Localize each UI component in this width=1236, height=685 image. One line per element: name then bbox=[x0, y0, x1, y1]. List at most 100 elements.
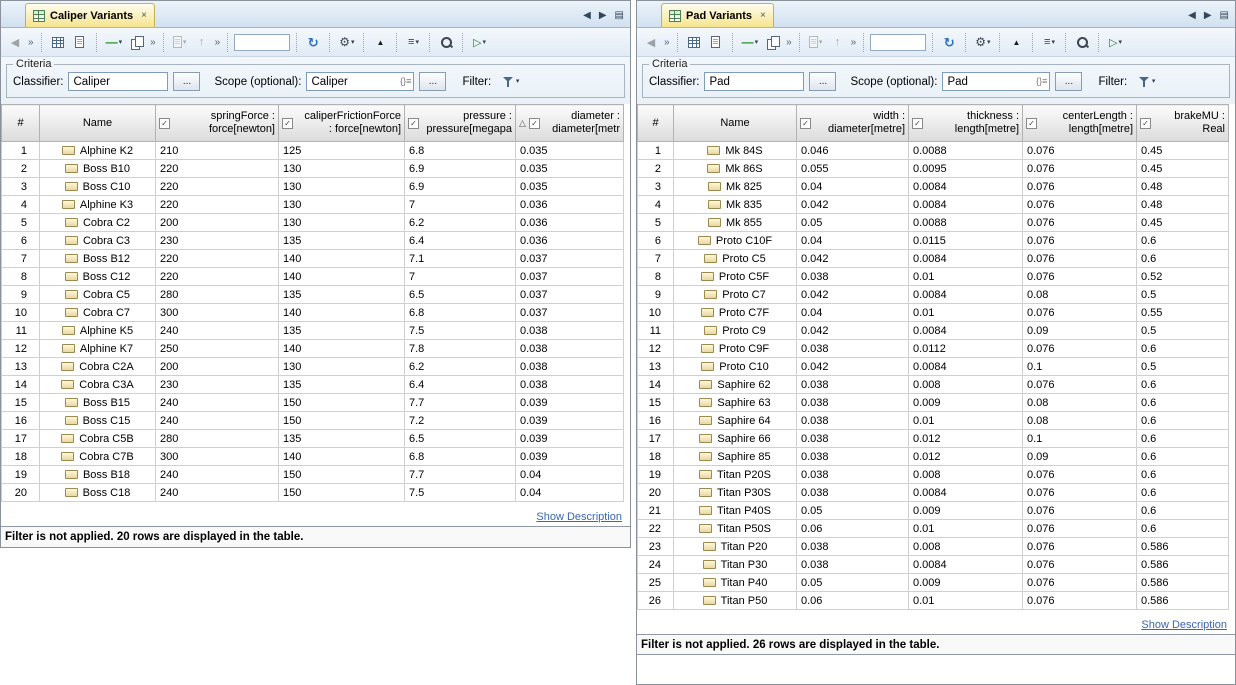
instance-name-cell[interactable]: Mk 855 bbox=[674, 214, 797, 232]
classifier-input[interactable] bbox=[704, 72, 804, 91]
classifier-browse-button[interactable]: ... bbox=[809, 72, 836, 91]
value-cell[interactable]: 0.009 bbox=[909, 394, 1023, 412]
value-cell[interactable]: 0.586 bbox=[1137, 556, 1229, 574]
instance-name-cell[interactable]: Cobra C5 bbox=[40, 286, 156, 304]
value-cell[interactable]: 140 bbox=[279, 304, 405, 322]
table-row[interactable]: 10Proto C7F0.040.010.0760.55 bbox=[638, 304, 1229, 322]
value-cell[interactable]: 220 bbox=[156, 268, 279, 286]
value-cell[interactable]: 7.8 bbox=[405, 340, 516, 358]
value-cell[interactable]: 0.038 bbox=[516, 322, 624, 340]
instance-name-cell[interactable]: Alphine K3 bbox=[40, 196, 156, 214]
value-cell[interactable]: 250 bbox=[156, 340, 279, 358]
value-cell[interactable]: 0.04 bbox=[797, 304, 909, 322]
value-cell[interactable]: 7.7 bbox=[405, 466, 516, 484]
value-cell[interactable]: 0.076 bbox=[1023, 376, 1137, 394]
table-row[interactable]: 20Boss C182401507.50.04 bbox=[2, 484, 624, 502]
value-cell[interactable]: 150 bbox=[279, 412, 405, 430]
overflow-chevron-icon[interactable]: » bbox=[28, 37, 34, 48]
table-row[interactable]: 26Titan P500.060.010.0760.586 bbox=[638, 592, 1229, 610]
value-cell[interactable]: 0.038 bbox=[797, 538, 909, 556]
column-filter-icon[interactable]: ✓ bbox=[529, 118, 540, 129]
overflow-chevron-icon[interactable]: » bbox=[851, 37, 857, 48]
table-row[interactable]: 18Saphire 850.0380.0120.090.6 bbox=[638, 448, 1229, 466]
tab-scroll-right-icon[interactable]: ▶ bbox=[1204, 11, 1212, 21]
column-filter-icon[interactable]: ✓ bbox=[408, 118, 419, 129]
value-column-header-1[interactable]: ✓caliperFrictionForce: force[newton] bbox=[279, 105, 405, 142]
back-button[interactable]: ◀ bbox=[641, 32, 661, 52]
value-cell[interactable]: 0.039 bbox=[516, 412, 624, 430]
value-cell[interactable]: 0.076 bbox=[1023, 574, 1137, 592]
value-cell[interactable]: 6.2 bbox=[405, 358, 516, 376]
table-row[interactable]: 2Boss B102201306.90.035 bbox=[2, 160, 624, 178]
table-row[interactable]: 3Boss C102201306.90.035 bbox=[2, 178, 624, 196]
refresh-button[interactable]: ↻ bbox=[939, 32, 959, 52]
copy-button[interactable] bbox=[127, 32, 147, 52]
table-row[interactable]: 17Saphire 660.0380.0120.10.6 bbox=[638, 430, 1229, 448]
instance-name-cell[interactable]: Cobra C3 bbox=[40, 232, 156, 250]
tab-list-icon[interactable]: ▤ bbox=[1220, 11, 1229, 21]
table-row[interactable]: 24Titan P300.0380.00840.0760.586 bbox=[638, 556, 1229, 574]
value-cell[interactable]: 220 bbox=[156, 178, 279, 196]
value-cell[interactable]: 0.076 bbox=[1023, 214, 1137, 232]
value-cell[interactable]: 6.4 bbox=[405, 376, 516, 394]
show-description-link[interactable]: Show Description bbox=[536, 511, 622, 523]
value-cell[interactable]: 200 bbox=[156, 214, 279, 232]
instance-name-cell[interactable]: Titan P30S bbox=[674, 484, 797, 502]
value-cell[interactable]: 0.6 bbox=[1137, 448, 1229, 466]
close-tab-icon[interactable]: × bbox=[141, 11, 147, 21]
instance-name-cell[interactable]: Proto C10F bbox=[674, 232, 797, 250]
column-filter-icon[interactable]: ✓ bbox=[800, 118, 811, 129]
value-cell[interactable]: 0.01 bbox=[909, 304, 1023, 322]
classifier-browse-button[interactable]: ... bbox=[173, 72, 200, 91]
value-cell[interactable]: 0.009 bbox=[909, 502, 1023, 520]
value-column-header-3[interactable]: ✓brakeMU :Real bbox=[1137, 105, 1229, 142]
value-cell[interactable]: 0.076 bbox=[1023, 178, 1137, 196]
value-cell[interactable]: 230 bbox=[156, 232, 279, 250]
close-tab-icon[interactable]: × bbox=[760, 11, 766, 21]
instance-name-cell[interactable]: Saphire 66 bbox=[674, 430, 797, 448]
value-cell[interactable]: 7 bbox=[405, 268, 516, 286]
table-row[interactable]: 1Alphine K22101256.80.035 bbox=[2, 142, 624, 160]
report-button[interactable] bbox=[70, 32, 90, 52]
column-filter-icon[interactable]: ✓ bbox=[1140, 118, 1151, 129]
instance-name-cell[interactable]: Alphine K5 bbox=[40, 322, 156, 340]
value-cell[interactable]: 0.1 bbox=[1023, 430, 1137, 448]
value-cell[interactable]: 0.042 bbox=[797, 196, 909, 214]
instance-name-cell[interactable]: Titan P50 bbox=[674, 592, 797, 610]
value-cell[interactable]: 0.0084 bbox=[909, 556, 1023, 574]
scope-input[interactable] bbox=[942, 72, 1050, 91]
value-cell[interactable]: 0.6 bbox=[1137, 484, 1229, 502]
value-cell[interactable]: 130 bbox=[279, 358, 405, 376]
value-cell[interactable]: 0.035 bbox=[516, 160, 624, 178]
value-cell[interactable]: 140 bbox=[279, 448, 405, 466]
value-cell[interactable]: 0.036 bbox=[516, 232, 624, 250]
value-cell[interactable]: 0.08 bbox=[1023, 286, 1137, 304]
value-cell[interactable]: 135 bbox=[279, 430, 405, 448]
table-row[interactable]: 9Cobra C52801356.50.037 bbox=[2, 286, 624, 304]
instance-name-cell[interactable]: Titan P40 bbox=[674, 574, 797, 592]
value-cell[interactable]: 6.9 bbox=[405, 160, 516, 178]
value-cell[interactable]: 0.586 bbox=[1137, 574, 1229, 592]
value-column-header-2[interactable]: ✓pressure :pressure[megapa bbox=[405, 105, 516, 142]
tab-pad-variants[interactable]: Pad Variants × bbox=[661, 3, 774, 27]
row-number-header[interactable]: # bbox=[638, 105, 674, 142]
value-cell[interactable]: 0.6 bbox=[1137, 376, 1229, 394]
value-cell[interactable]: 0.45 bbox=[1137, 142, 1229, 160]
value-cell[interactable]: 0.042 bbox=[797, 250, 909, 268]
instance-name-cell[interactable]: Titan P50S bbox=[674, 520, 797, 538]
value-cell[interactable]: 0.0084 bbox=[909, 250, 1023, 268]
value-cell[interactable]: 0.45 bbox=[1137, 160, 1229, 178]
value-cell[interactable]: 0.076 bbox=[1023, 142, 1137, 160]
table-row[interactable]: 22Titan P50S0.060.010.0760.6 bbox=[638, 520, 1229, 538]
value-cell[interactable]: 0.076 bbox=[1023, 556, 1137, 574]
scope-browse-button[interactable]: ... bbox=[419, 72, 446, 91]
value-cell[interactable]: 135 bbox=[279, 232, 405, 250]
value-cell[interactable]: 7.2 bbox=[405, 412, 516, 430]
value-cell[interactable]: 240 bbox=[156, 412, 279, 430]
value-cell[interactable]: 7 bbox=[405, 196, 516, 214]
value-cell[interactable]: 0.038 bbox=[797, 268, 909, 286]
value-cell[interactable]: 0.076 bbox=[1023, 340, 1137, 358]
value-cell[interactable]: 0.6 bbox=[1137, 466, 1229, 484]
value-cell[interactable]: 140 bbox=[279, 250, 405, 268]
table-row[interactable]: 13Cobra C2A2001306.20.038 bbox=[2, 358, 624, 376]
